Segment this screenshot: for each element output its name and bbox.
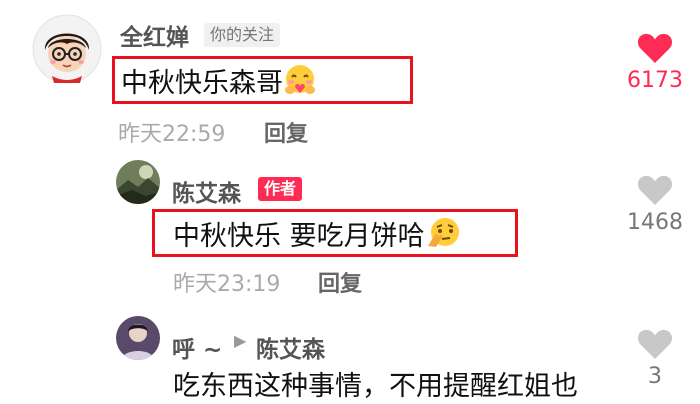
comment-timestamp: 昨天23:19 xyxy=(173,272,281,297)
reply-button[interactable]: 回复 xyxy=(264,116,308,148)
like-count: 1468 xyxy=(627,210,683,235)
avatar[interactable] xyxy=(32,14,102,84)
comment-text-label: 中秋快乐森哥 xyxy=(121,68,283,99)
reply-arrow-icon: ▶ xyxy=(234,331,247,350)
heart-outline-icon xyxy=(637,329,673,359)
person-avatar-icon xyxy=(116,316,160,360)
comment-username[interactable]: 陈艾森 xyxy=(172,174,241,208)
comment-text: 中秋快乐森哥 xyxy=(121,63,317,106)
comment-text: 中秋快乐 要吃月饼哈 xyxy=(173,216,463,259)
following-badge: 你的关注 xyxy=(204,23,281,47)
author-badge: 作者 xyxy=(258,177,303,201)
comment-username[interactable]: 全红婵 xyxy=(120,18,189,52)
reply-button[interactable]: 回复 xyxy=(318,266,362,298)
comment-text: 吃东西这种事情，不用提醒红姐也 xyxy=(173,371,578,402)
reply-user-avatar[interactable] xyxy=(116,316,160,360)
landscape-avatar-icon xyxy=(116,160,160,204)
like-button[interactable]: 6173 xyxy=(620,32,690,93)
hug-face-emoji-icon xyxy=(283,63,317,106)
like-count: 6173 xyxy=(627,68,683,93)
comment-timestamp: 昨天22:59 xyxy=(118,122,226,147)
author-avatar[interactable] xyxy=(116,160,160,204)
cartoon-avatar-icon xyxy=(32,14,102,84)
thinking-face-emoji-icon xyxy=(425,216,463,259)
like-button[interactable]: 1468 xyxy=(620,174,690,235)
reply-to-username[interactable]: 陈艾森 xyxy=(256,330,325,364)
like-count: 3 xyxy=(648,364,662,389)
comment-text-label: 中秋快乐 要吃月饼哈 xyxy=(173,221,425,252)
heart-filled-icon xyxy=(637,33,673,63)
heart-outline-icon xyxy=(637,175,673,205)
comment-username[interactable]: 呼 ~ xyxy=(172,330,222,364)
like-button[interactable]: 3 xyxy=(620,328,690,389)
